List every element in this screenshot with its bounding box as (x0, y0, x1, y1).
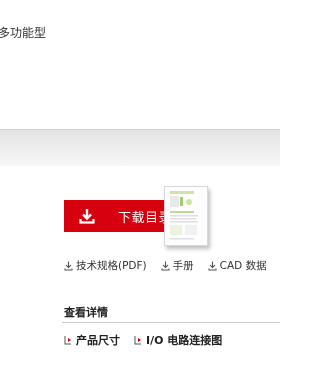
section-divider-band (0, 129, 280, 166)
document-links: 技术规格(PDF) 手册 CAD 数据 (64, 258, 281, 273)
arrow-right-icon (134, 335, 142, 345)
details-heading: 查看详情 (64, 306, 108, 319)
download-icon (161, 261, 170, 271)
manual-label: 手册 (172, 260, 194, 272)
details-divider (62, 322, 280, 323)
dimensions-label: 产品尺寸 (76, 334, 120, 347)
download-icon (78, 207, 96, 225)
model-type-text: 多功能型 (0, 26, 47, 40)
io-circuit-diagram-label: I/O 电路连接图 (146, 334, 223, 347)
catalog-thumbnail[interactable] (164, 186, 208, 246)
cad-data-label: CAD 数据 (219, 260, 267, 272)
download-icon (208, 261, 217, 271)
cad-data-link[interactable]: CAD 数据 (208, 258, 267, 273)
arrow-right-icon (64, 335, 72, 345)
io-circuit-diagram-link[interactable]: I/O 电路连接图 (134, 332, 222, 348)
detail-links: 产品尺寸 I/O 电路连接图 (64, 332, 236, 348)
tech-specs-pdf-link[interactable]: 技术规格(PDF) (64, 258, 147, 273)
tech-specs-pdf-label: 技术规格(PDF) (76, 260, 147, 272)
manual-link[interactable]: 手册 (161, 258, 194, 273)
dimensions-link[interactable]: 产品尺寸 (64, 332, 120, 348)
download-icon (64, 261, 73, 271)
